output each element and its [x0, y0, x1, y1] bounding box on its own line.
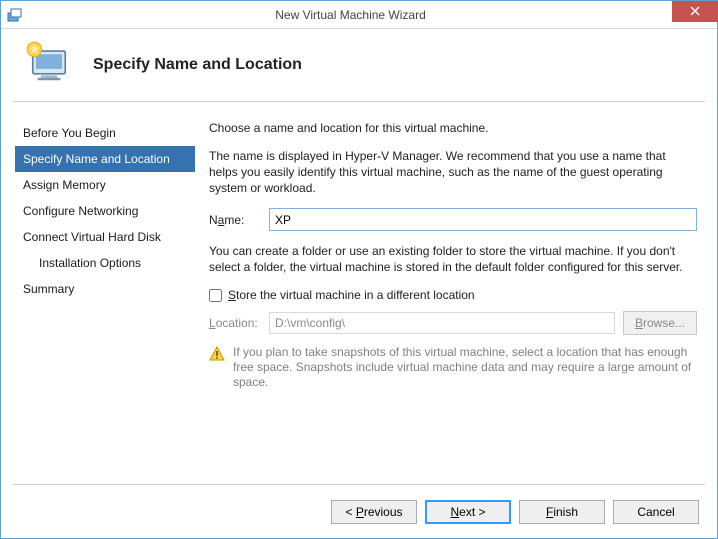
step-connect-vhd[interactable]: Connect Virtual Hard Disk — [15, 224, 195, 250]
step-configure-networking[interactable]: Configure Networking — [15, 198, 195, 224]
wizard-body: Before You Begin Specify Name and Locati… — [1, 102, 717, 484]
warning-row: If you plan to take snapshots of this vi… — [209, 345, 697, 390]
wizard-footer: < Previous Next > Finish Cancel — [13, 484, 705, 538]
warning-text: If you plan to take snapshots of this vi… — [233, 345, 697, 390]
cancel-button[interactable]: Cancel — [613, 500, 699, 524]
location-row: Location: D:\vm\config\ Browse... — [209, 311, 697, 335]
wizard-window: New Virtual Machine Wizard Specify Name … — [0, 0, 718, 539]
warning-icon — [209, 345, 225, 390]
wizard-header: Specify Name and Location — [1, 29, 717, 101]
finish-button[interactable]: Finish — [519, 500, 605, 524]
store-checkbox-row: Store the virtual machine in a different… — [209, 287, 697, 303]
wizard-steps: Before You Begin Specify Name and Locati… — [15, 110, 195, 484]
store-location-checkbox[interactable] — [209, 289, 222, 302]
folder-help-text: You can create a folder or use an existi… — [209, 243, 697, 275]
intro-text: Choose a name and location for this virt… — [209, 120, 697, 136]
next-button[interactable]: Next > — [425, 500, 511, 524]
name-help-text: The name is displayed in Hyper-V Manager… — [209, 148, 697, 196]
step-assign-memory[interactable]: Assign Memory — [15, 172, 195, 198]
vm-icon — [23, 38, 75, 93]
name-label: Name: — [209, 212, 261, 228]
titlebar-title: New Virtual Machine Wizard — [29, 8, 672, 22]
titlebar: New Virtual Machine Wizard — [1, 1, 717, 29]
step-installation-options[interactable]: Installation Options — [15, 250, 195, 276]
name-input[interactable] — [269, 208, 697, 231]
app-icon — [7, 7, 23, 23]
step-before-you-begin[interactable]: Before You Begin — [15, 120, 195, 146]
step-specify-name-location[interactable]: Specify Name and Location — [15, 146, 195, 172]
page-title: Specify Name and Location — [93, 56, 302, 74]
store-location-label[interactable]: Store the virtual machine in a different… — [228, 287, 475, 303]
step-summary[interactable]: Summary — [15, 276, 195, 302]
close-button[interactable] — [672, 1, 718, 22]
previous-button[interactable]: < Previous — [331, 500, 417, 524]
location-label: Location: — [209, 315, 261, 331]
location-field: D:\vm\config\ — [269, 312, 615, 334]
wizard-content: Choose a name and location for this virt… — [209, 110, 703, 484]
browse-button: Browse... — [623, 311, 697, 335]
name-row: Name: — [209, 208, 697, 231]
